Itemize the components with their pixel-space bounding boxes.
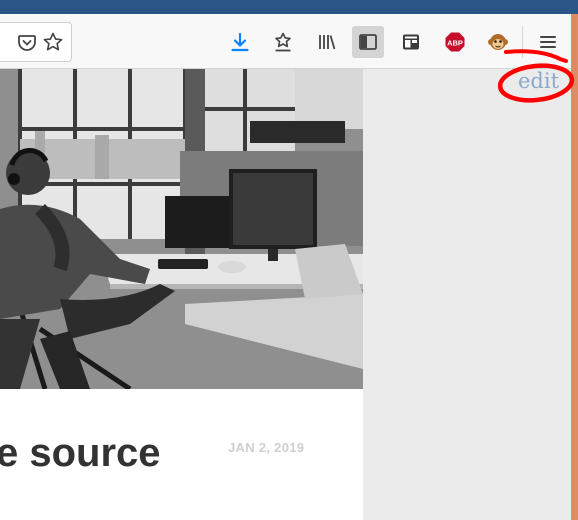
bookmarks-toolbar-icon[interactable] bbox=[267, 26, 299, 58]
menu-icon[interactable] bbox=[532, 26, 564, 58]
toolbar-separator bbox=[522, 26, 523, 58]
article-card[interactable]: e source JAN 2, 2019 bbox=[0, 69, 363, 520]
adblock-plus-icon[interactable]: ABP bbox=[439, 26, 471, 58]
sidebar-icon[interactable] bbox=[352, 26, 384, 58]
article-headline[interactable]: e source bbox=[0, 431, 161, 476]
article-photo bbox=[0, 69, 363, 389]
monkey-extension-icon[interactable] bbox=[482, 26, 514, 58]
library-icon[interactable] bbox=[311, 26, 343, 58]
browser-toolbar: ABP bbox=[0, 14, 571, 69]
window-titlebar bbox=[0, 0, 578, 14]
article-date: JAN 2, 2019 bbox=[228, 440, 305, 455]
download-icon[interactable] bbox=[224, 26, 256, 58]
abp-label: ABP bbox=[447, 39, 463, 48]
window-edge bbox=[571, 14, 578, 520]
reader-view-icon[interactable] bbox=[395, 26, 427, 58]
url-bar[interactable] bbox=[0, 22, 72, 62]
bookmark-star-icon[interactable] bbox=[37, 26, 69, 58]
edit-link[interactable]: edit bbox=[518, 69, 559, 93]
page-content: e source JAN 2, 2019 bbox=[0, 69, 571, 520]
